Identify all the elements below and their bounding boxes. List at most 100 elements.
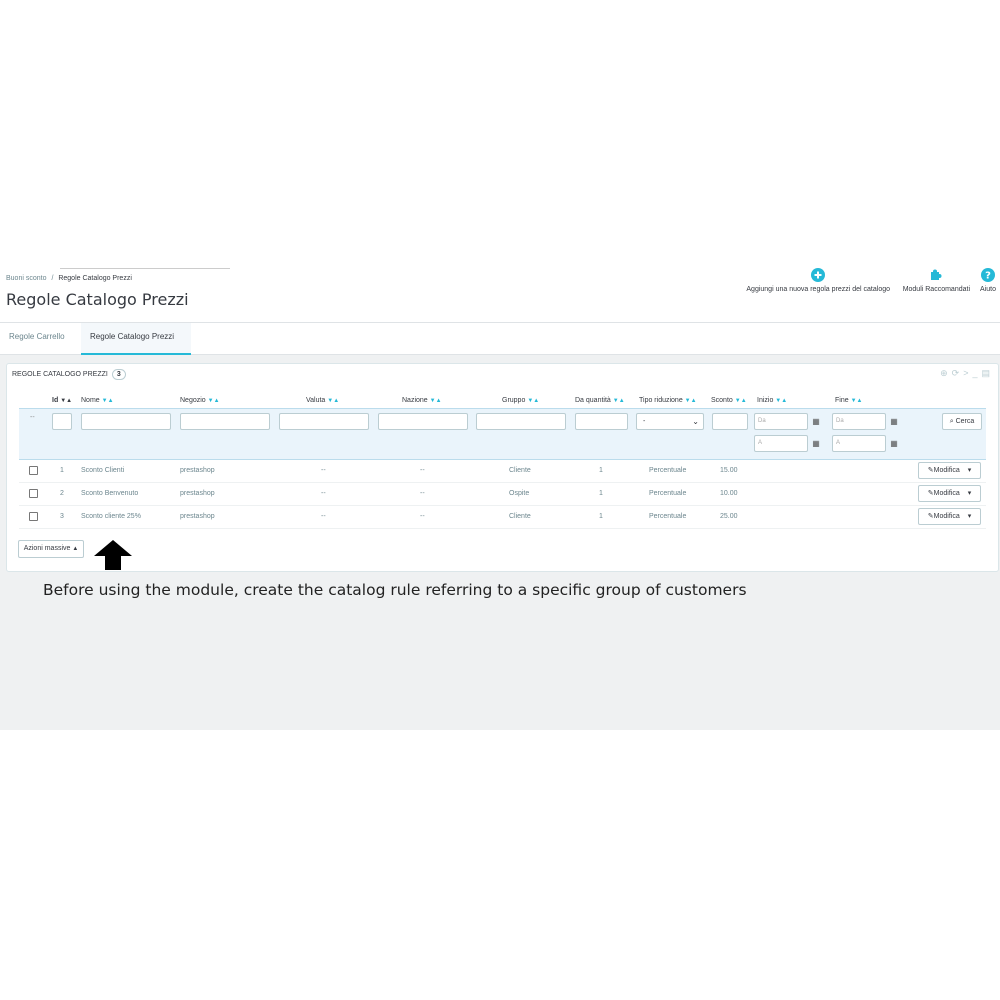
cell-id: 1: [60, 467, 64, 474]
col-header-gruppo[interactable]: Gruppo ▼▲: [502, 397, 539, 404]
cell-nazione: --: [420, 490, 425, 497]
cell-nome: Sconto Benvenuto: [81, 490, 139, 497]
cell-nome: Sconto Clienti: [81, 467, 125, 474]
filter-fine-to-input[interactable]: A: [832, 435, 886, 452]
cell-tipo-riduzione: Percentuale: [649, 490, 687, 497]
add-rule-button[interactable]: Aggiungi una nuova regola prezzi del cat…: [746, 268, 890, 293]
sort-icon[interactable]: ▼▲: [102, 398, 114, 404]
search-button[interactable]: ⌕ Cerca: [942, 413, 982, 430]
sort-icon[interactable]: ▼▲: [735, 398, 747, 404]
breadcrumb: Buoni sconto / Regole Catalogo Prezzi: [6, 275, 132, 282]
cell-negozio: prestashop: [180, 513, 215, 520]
sort-icon[interactable]: ▼▲: [208, 398, 220, 404]
col-header-da-quantita[interactable]: Da quantità ▼▲: [575, 397, 625, 404]
cell-gruppo: Ospite: [509, 490, 530, 497]
tab-catalog-price-rules[interactable]: Regole Catalogo Prezzi: [81, 323, 191, 355]
calendar-icon[interactable]: ▦: [810, 435, 822, 452]
filter-negozio-input[interactable]: [180, 413, 270, 430]
table-row: 3 Sconto cliente 25% prestashop -- -- Cl…: [19, 506, 986, 529]
col-header-id[interactable]: Id ▼▲: [52, 397, 72, 404]
filter-row: -- - ⌄ Da ▦ A ▦ Da ▦ A ▦ ⌕ Cerca: [19, 408, 986, 460]
edit-button[interactable]: ✎Modifica ▾: [918, 485, 981, 502]
breadcrumb-parent[interactable]: Buoni sconto: [6, 275, 46, 282]
panel-title: REGOLE CATALOGO PREZZI: [12, 371, 108, 378]
cell-id: 3: [60, 513, 64, 520]
cell-tipo-riduzione: Percentuale: [649, 513, 687, 520]
sort-icon[interactable]: ▼▲: [613, 398, 625, 404]
col-header-sconto[interactable]: Sconto ▼▲: [711, 397, 747, 404]
page-title: Regole Catalogo Prezzi: [6, 290, 189, 309]
caret-down-icon[interactable]: ▾: [968, 490, 972, 497]
filter-fine-from-input[interactable]: Da: [832, 413, 886, 430]
filter-inizio-from-input[interactable]: Da: [754, 413, 808, 430]
sort-icon[interactable]: ▼▲: [60, 398, 72, 404]
chevron-down-icon: ⌄: [692, 417, 699, 426]
calendar-icon[interactable]: ▦: [810, 413, 822, 430]
cell-nome: Sconto cliente 25%: [81, 513, 141, 520]
filter-nome-input[interactable]: [81, 413, 171, 430]
col-header-nome[interactable]: Nome ▼▲: [81, 397, 114, 404]
help-icon: ?: [981, 268, 996, 282]
search-icon: ⌕: [949, 418, 954, 425]
row-checkbox[interactable]: [29, 512, 38, 521]
col-header-tipo-riduzione[interactable]: Tipo riduzione ▼▲: [639, 397, 697, 404]
filter-inizio-to-input[interactable]: A: [754, 435, 808, 452]
filter-sconto-input[interactable]: [712, 413, 748, 430]
filter-valuta-input[interactable]: [279, 413, 369, 430]
page-header: Buoni sconto / Regole Catalogo Prezzi Re…: [0, 268, 1000, 323]
row-checkbox[interactable]: [29, 466, 38, 475]
cell-id: 2: [60, 490, 64, 497]
caption-text: Before using the module, create the cata…: [43, 581, 747, 599]
cell-da-quantita: 1: [599, 467, 603, 474]
database-icon[interactable]: ▤: [981, 368, 994, 378]
count-badge: 3: [111, 369, 126, 380]
tab-cart-rules[interactable]: Regole Carrello: [0, 323, 74, 353]
admin-screenshot: Buoni sconto / Regole Catalogo Prezzi Re…: [0, 268, 1000, 730]
cell-da-quantita: 1: [599, 513, 603, 520]
sort-icon[interactable]: ▼▲: [851, 398, 863, 404]
cell-valuta: --: [321, 513, 326, 520]
puzzle-icon: [931, 269, 942, 280]
add-icon[interactable]: ⊕: [940, 368, 952, 378]
calendar-icon[interactable]: ▦: [888, 413, 900, 430]
help-button[interactable]: ? Aiuto: [980, 268, 996, 293]
filter-id-input[interactable]: [52, 413, 72, 430]
filter-nazione-input[interactable]: [378, 413, 468, 430]
terminal-icon[interactable]: >_: [963, 368, 981, 378]
cell-negozio: prestashop: [180, 490, 215, 497]
sort-icon[interactable]: ▼▲: [430, 398, 442, 404]
caret-down-icon[interactable]: ▾: [968, 467, 972, 474]
sort-icon[interactable]: ▼▲: [775, 398, 787, 404]
col-header-negozio[interactable]: Negozio ▼▲: [180, 397, 220, 404]
recommended-modules-button[interactable]: Moduli Raccomandati: [903, 268, 970, 293]
sort-icon[interactable]: ▼▲: [327, 398, 339, 404]
sort-icon[interactable]: ▼▲: [685, 398, 697, 404]
caret-down-icon[interactable]: ▾: [968, 513, 972, 520]
panel-heading: REGOLE CATALOGO PREZZI 3: [12, 369, 126, 380]
breadcrumb-current: Regole Catalogo Prezzi: [58, 275, 132, 282]
refresh-icon[interactable]: ⟳: [952, 368, 964, 378]
filter-tipo-riduzione-select[interactable]: - ⌄: [636, 413, 704, 430]
edit-button[interactable]: ✎Modifica ▾: [918, 508, 981, 525]
cell-gruppo: Cliente: [509, 513, 531, 520]
cell-negozio: prestashop: [180, 467, 215, 474]
divider: [60, 268, 230, 269]
cell-nazione: --: [420, 513, 425, 520]
row-checkbox[interactable]: [29, 489, 38, 498]
col-header-nazione[interactable]: Nazione ▼▲: [402, 397, 442, 404]
svg-text:?: ?: [985, 271, 991, 282]
col-header-fine[interactable]: Fine ▼▲: [835, 397, 862, 404]
help-label: Aiuto: [980, 286, 996, 293]
col-header-valuta[interactable]: Valuta ▼▲: [306, 397, 339, 404]
edit-button[interactable]: ✎Modifica ▾: [918, 462, 981, 479]
cell-sconto: 15.00: [720, 467, 738, 474]
cell-gruppo: Cliente: [509, 467, 531, 474]
table-row: 1 Sconto Clienti prestashop -- -- Client…: [19, 460, 986, 483]
bulk-actions-button[interactable]: Azioni massive ▲: [18, 540, 84, 558]
filter-gruppo-input[interactable]: [476, 413, 566, 430]
calendar-icon[interactable]: ▦: [888, 435, 900, 452]
filter-da-quantita-input[interactable]: [575, 413, 628, 430]
col-header-inizio[interactable]: Inizio ▼▲: [757, 397, 787, 404]
panel-actions: ⊕⟳>_▤: [940, 368, 994, 379]
sort-icon[interactable]: ▼▲: [527, 398, 539, 404]
